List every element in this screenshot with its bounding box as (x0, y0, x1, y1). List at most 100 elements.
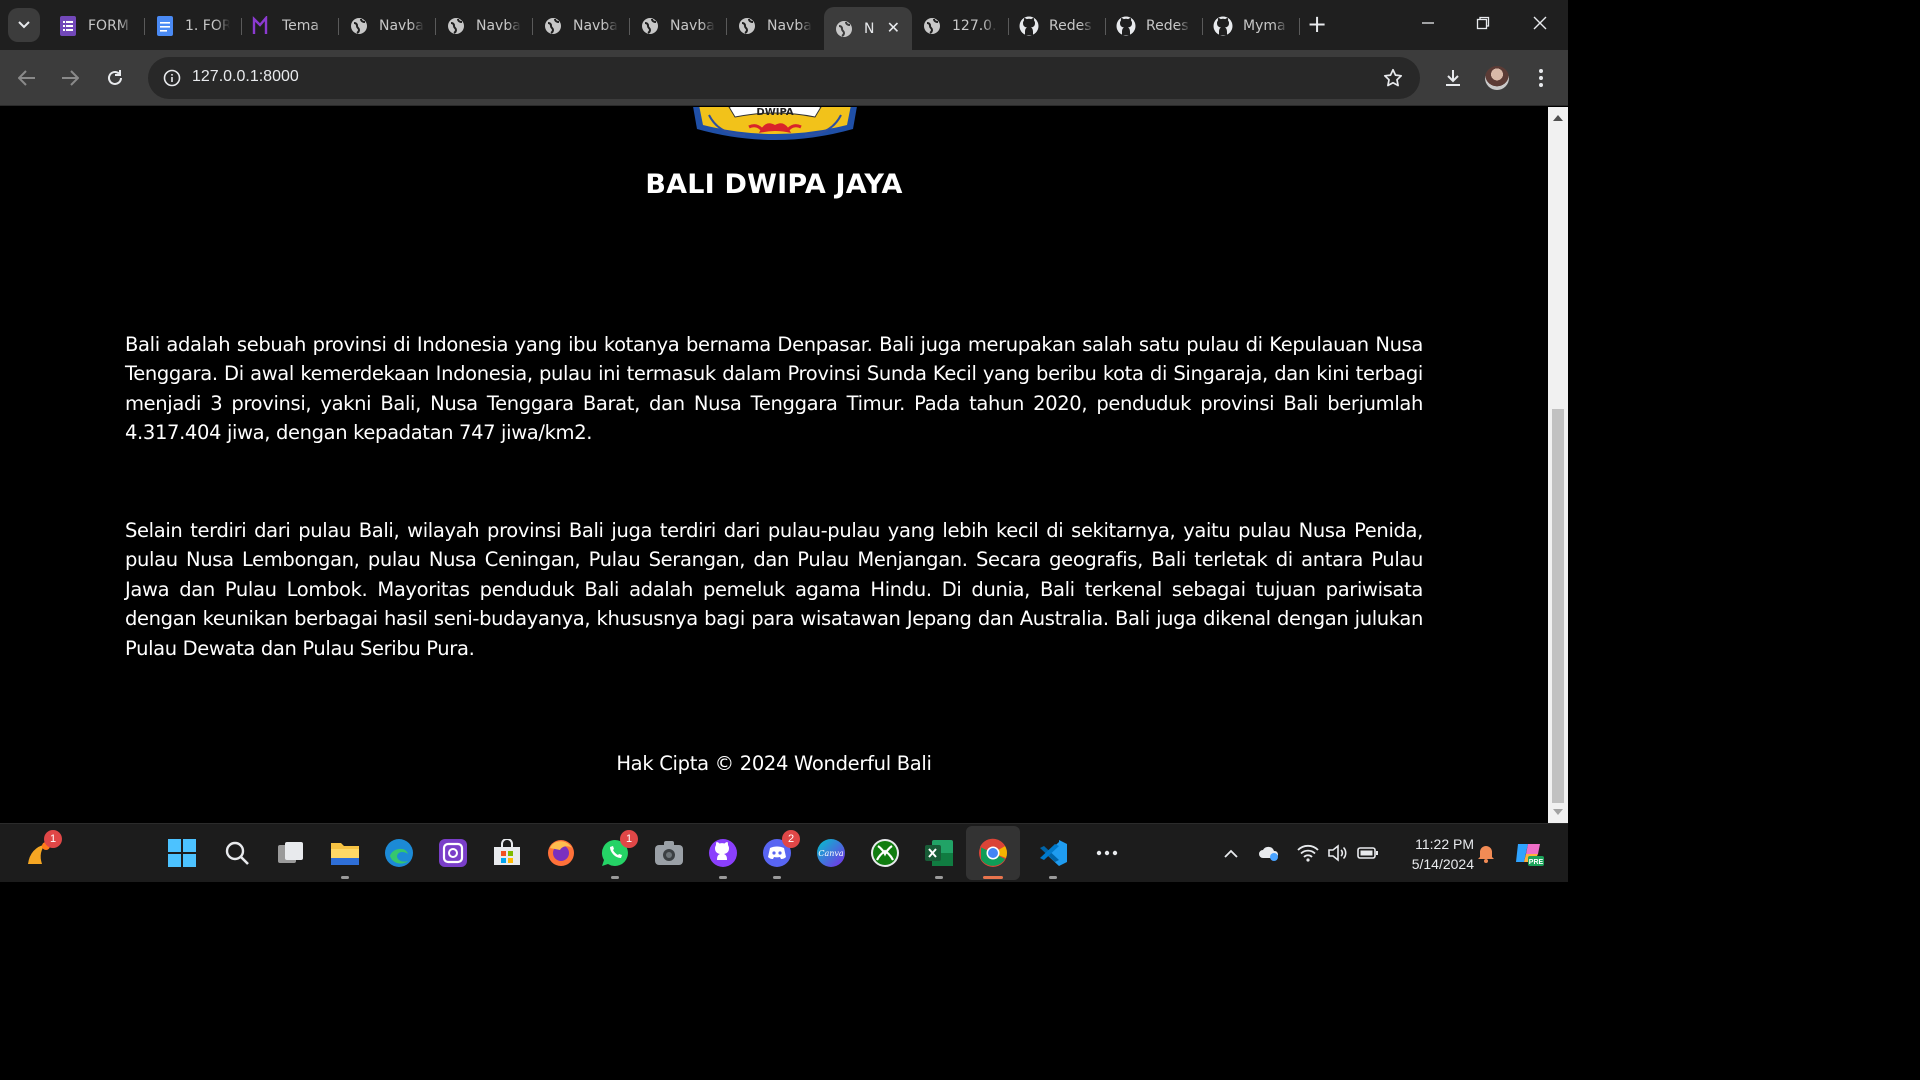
chrome-button[interactable] (976, 836, 1010, 879)
tab-search-button[interactable] (8, 8, 40, 42)
github-icon (1213, 16, 1233, 36)
tab-9-active[interactable]: N ✕ (824, 7, 912, 51)
web-page: DWIPA BALI DWIPA JAYA Bali adalah sebuah… (0, 107, 1548, 823)
system-clock[interactable]: 11:22 PM 5/14/2024 (1394, 834, 1474, 874)
tab-6[interactable]: Navba (533, 7, 630, 45)
github-desktop-button[interactable] (706, 836, 740, 879)
page-title: BALI DWIPA JAYA (645, 169, 903, 200)
firefox-icon (548, 840, 574, 866)
close-window-button[interactable] (1528, 13, 1552, 37)
excel-button[interactable] (922, 836, 956, 879)
docs-icon (155, 16, 175, 36)
tab-title: Navba (670, 18, 715, 34)
running-indicator (1049, 876, 1057, 879)
minimize-button[interactable] (1416, 13, 1440, 37)
xbox-icon (871, 839, 899, 867)
tab-4[interactable]: Navba (339, 7, 436, 45)
tab-11[interactable]: Redes (1009, 7, 1106, 45)
reload-button[interactable] (101, 64, 129, 92)
tab-3[interactable]: Tema (242, 7, 339, 45)
tab-1[interactable]: FORM (48, 7, 145, 45)
widgets-button[interactable]: 1 (22, 830, 62, 870)
whatsapp-button[interactable]: 1 (598, 830, 638, 879)
address-bar[interactable]: 127.0.0.1:8000 (148, 57, 1420, 99)
search-button[interactable] (220, 836, 254, 870)
site-info-icon[interactable] (158, 64, 186, 92)
back-button[interactable] (13, 64, 41, 92)
notification-badge: 1 (44, 830, 62, 848)
camera-button[interactable] (652, 836, 686, 870)
scrollbar-thumb[interactable] (1552, 409, 1564, 803)
chevron-down-icon (18, 21, 30, 29)
battery-icon[interactable] (1356, 841, 1380, 865)
avatar (1485, 66, 1509, 90)
globe-icon (446, 16, 466, 36)
running-indicator-active (983, 876, 1003, 879)
tab-title: Navba (379, 18, 424, 34)
notification-bell-icon[interactable] (1474, 841, 1498, 865)
reload-icon (108, 70, 122, 85)
canva-icon: Canva (817, 839, 845, 867)
search-icon (225, 841, 249, 865)
more-apps-button[interactable] (1090, 836, 1124, 870)
new-tab-button[interactable]: + (1304, 12, 1330, 38)
notification-badge: 2 (782, 830, 800, 848)
downloads-button[interactable] (1439, 64, 1467, 92)
tab-list: FORM 1. FOR Tema Navba Navba Navba Navba… (48, 6, 1300, 51)
profile-button[interactable] (1483, 64, 1511, 92)
copilot-button[interactable]: PRE (1514, 838, 1544, 868)
show-hidden-icons-button[interactable] (1219, 841, 1243, 865)
vertical-scrollbar[interactable] (1548, 107, 1568, 823)
vscode-button[interactable] (1036, 836, 1070, 879)
app-purple-button[interactable] (436, 836, 470, 870)
onedrive-tray-icon[interactable] (1257, 841, 1281, 865)
bali-emblem-logo: DWIPA (689, 107, 861, 141)
task-view-button[interactable] (274, 836, 308, 870)
file-explorer-button[interactable] (328, 836, 362, 879)
tab-7[interactable]: Navba (630, 7, 727, 45)
scroll-down-arrow-icon[interactable] (1553, 809, 1563, 815)
menu-button[interactable] (1527, 64, 1555, 92)
folder-icon (331, 843, 359, 865)
forward-button[interactable] (56, 64, 84, 92)
scroll-up-arrow-icon[interactable] (1553, 115, 1563, 121)
discord-button[interactable]: 2 (760, 830, 800, 879)
chrome-icon (979, 838, 1007, 867)
tab-title: Redes (1049, 18, 1092, 34)
restore-button[interactable] (1471, 13, 1495, 37)
volume-icon[interactable] (1326, 841, 1350, 865)
tab-13[interactable]: Myma (1203, 7, 1300, 45)
url-text[interactable]: 127.0.0.1:8000 (192, 68, 299, 86)
globe-icon (737, 16, 757, 36)
forms-icon (58, 16, 78, 36)
github-desktop-icon (709, 839, 737, 867)
canva-button[interactable]: Canva (814, 836, 848, 870)
running-indicator (611, 876, 619, 879)
tab-12[interactable]: Redes (1106, 7, 1203, 45)
globe-icon (922, 16, 942, 36)
edge-button[interactable] (382, 836, 416, 870)
xbox-button[interactable] (868, 836, 902, 870)
tab-10[interactable]: 127.0. (912, 7, 1009, 45)
wifi-icon[interactable] (1296, 841, 1320, 865)
page-footer: Hak Cipta © 2024 Wonderful Bali (616, 752, 932, 775)
tab-title: Navba (573, 18, 618, 34)
windows-taskbar: 1 1 2 Canva 11:22 PM 5/14/2024 PRE (0, 823, 1568, 882)
bookmark-star-icon[interactable] (1380, 65, 1406, 91)
copilot-icon: PRE (1516, 844, 1544, 866)
tab-5[interactable]: Navba (436, 7, 533, 45)
tab-8[interactable]: Navba (727, 7, 824, 45)
paragraph-2: Selain terdiri dari pulau Bali, wilayah … (125, 519, 1423, 660)
firefox-button[interactable] (544, 836, 578, 870)
start-button[interactable] (165, 836, 199, 870)
microsoft-store-button[interactable] (490, 836, 524, 870)
tab-2[interactable]: 1. FOR (145, 7, 242, 45)
close-tab-icon[interactable]: ✕ (887, 18, 900, 37)
globe-icon (640, 16, 660, 36)
tab-title: FORM (88, 18, 129, 34)
excel-icon (925, 840, 953, 866)
arrow-right-icon (62, 70, 79, 86)
close-icon (1533, 16, 1547, 30)
tab-title: 127.0. (952, 18, 997, 34)
minimize-icon (1422, 22, 1434, 24)
